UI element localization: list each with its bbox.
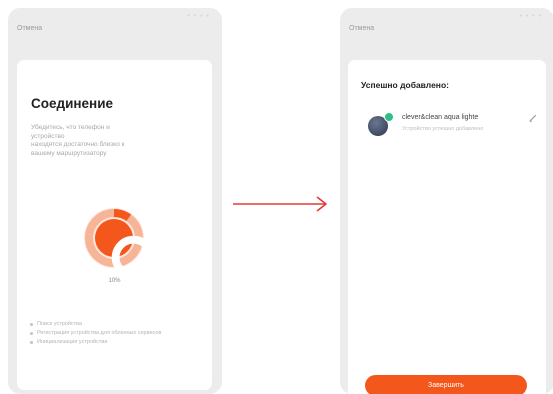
connection-description: Убедитесь, что телефон и устройство нахо… [31,124,181,158]
description-line: Убедитесь, что телефон и [31,124,110,131]
success-title: Успешно добавлено: [361,80,449,90]
page-title: Соединение [31,96,113,111]
step-item: Поиск устройства [29,321,204,328]
connection-card: Соединение Убедитесь, что телефон и устр… [17,60,212,390]
status-bar: • • • • [519,13,542,20]
success-card: Успешно добавлено: clever&clean aqua lig… [348,60,546,394]
check-badge-icon [384,112,394,122]
connection-screen: • • • • Отмена Соединение Убедитесь, что… [8,8,222,394]
edit-icon[interactable] [529,114,537,122]
status-bar: • • • • [187,13,210,20]
device-status: Устройство успешно добавлено [402,126,484,132]
success-screen: • • • • Отмена Успешно добавлено: clever… [340,8,553,394]
description-line: вашему маршрутизатору [31,149,107,157]
cancel-button[interactable]: Отмена [17,25,42,32]
device-name: clever&clean aqua lighte [402,114,479,121]
description-line: находятся достаточно близко к [31,141,125,148]
step-item: Инициализация устройства [29,339,204,346]
device-row[interactable]: clever&clean aqua lighte Устройство успе… [362,106,538,146]
connection-steps: Поиск устройства Регистрация устройства … [29,321,204,348]
description-line: устройство [31,132,65,140]
cancel-button[interactable]: Отмена [349,25,374,32]
finish-button[interactable]: Завершить [365,375,527,394]
search-progress [82,206,163,287]
step-item: Регистрация устройства для облачных серв… [29,330,204,337]
arrow-right-icon [233,196,327,212]
progress-percent: 10% [108,278,121,284]
